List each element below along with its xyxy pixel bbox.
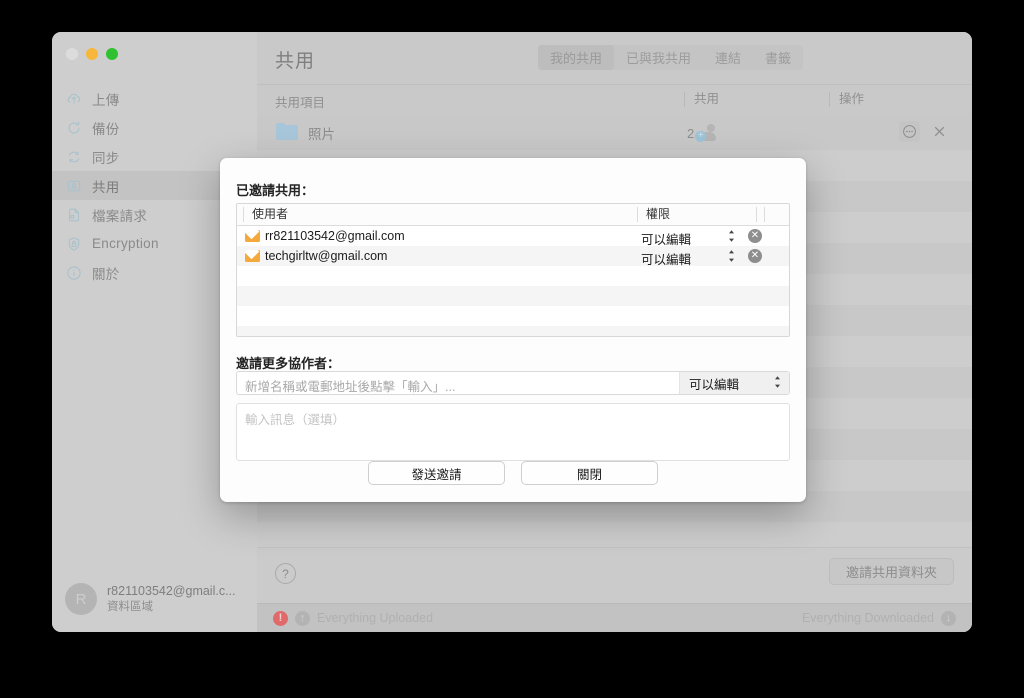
invited-users-table: 使用者 權限 rr821103542@gmail.com 可以編輯 ✕ tech… [236,203,790,337]
remove-user-button[interactable]: ✕ [748,229,762,243]
invite-permission-select[interactable]: 可以編輯 [679,372,789,394]
download-arrow-icon: ↓ [941,610,956,626]
sidebar-item-upload[interactable]: 上傳 [52,84,257,113]
remove-user-button[interactable]: ✕ [748,249,762,263]
close-icon[interactable] [929,121,950,142]
list-row-filler [257,522,972,548]
invite-permission-value: 可以編輯 [689,377,740,392]
sidebar-item-label: 同步 [92,150,120,166]
tab-shared-with-me[interactable]: 已與我共用 [614,45,703,70]
account-email: r821103542@gmail.c... [107,583,236,598]
account-region: 資料區域 [107,600,153,613]
permission-stepper[interactable] [727,229,736,243]
sidebar-item-label: Encryption [92,236,159,251]
mail-icon [245,250,260,262]
upload-cloud-icon [66,91,82,107]
invite-input-row: 新增名稱或電郵地址後點擊「輸入」... 可以編輯 [236,371,790,395]
column-header-share: 共用 [684,92,719,107]
message-textarea[interactable]: 輸入訊息（選填） [236,403,790,461]
share-invite-dialog: 已邀請共用： 使用者 權限 rr821103542@gmail.com 可以編輯… [220,158,806,502]
status-left: ! ↑ Everything Uploaded [273,610,434,626]
close-dialog-button[interactable]: 關閉 [521,461,658,485]
sidebar-item-label: 共用 [92,179,120,195]
invite-input[interactable]: 新增名稱或電郵地址後點擊「輸入」... [245,376,455,395]
minimize-window-button[interactable] [86,48,98,60]
sync-icon [66,149,82,165]
th-user: 使用者 [243,207,288,222]
main-footer: ? 邀請共用資料夾 [257,547,972,604]
invited-row-filler [237,306,789,326]
sidebar-item-label: 備份 [92,121,120,137]
table-row[interactable]: techgirltw@gmail.com 可以編輯 ✕ [237,246,789,267]
tab-bookmarks[interactable]: 書籤 [753,45,803,70]
tab-my-shares[interactable]: 我的共用 [538,45,615,70]
sidebar-item-label: 關於 [92,266,120,282]
invite-more-label: 邀請更多協作者： [236,356,341,371]
invited-row-filler [237,266,789,286]
mail-icon [245,230,260,242]
invited-table-header: 使用者 權限 [237,204,789,226]
chevron-updown-icon [773,375,782,392]
account-text: r821103542@gmail.c... 資料區域 [107,583,236,615]
th-spacer-2 [764,207,773,222]
column-header: 共用項目 共用 操作 [257,85,972,115]
close-window-button[interactable] [66,48,78,60]
folder-icon [276,123,298,140]
upload-arrow-icon: ↑ [295,610,310,626]
table-row[interactable]: rr821103542@gmail.com 可以編輯 ✕ [237,226,789,247]
invited-shares-label: 已邀請共用： [236,183,315,198]
th-permission: 權限 [637,207,670,222]
row-actions [899,121,950,142]
upload-status-text: Everything Uploaded [317,611,434,625]
status-right: Everything Downloaded ↓ [801,610,956,626]
invited-email: rr821103542@gmail.com [265,229,405,243]
sidebar-item-backup[interactable]: 備份 [52,113,257,142]
invited-row-filler [237,326,789,336]
alert-icon: ! [273,610,288,626]
row-item-name: 照片 [308,127,335,142]
file-request-icon [66,207,82,223]
status-bar: ! ↑ Everything Uploaded Everything Downl… [257,603,972,632]
invite-shared-folder-button[interactable]: 邀請共用資料夾 [828,558,954,585]
row-share-count: 2 [687,125,695,141]
table-row[interactable]: 照片 2 + [257,114,972,150]
page-title: 共用 [275,51,316,72]
more-icon[interactable] [899,121,920,142]
tab-links[interactable]: 連結 [703,45,753,70]
row-share-count-group: 2 + [687,124,717,142]
window-controls[interactable] [66,48,118,60]
message-placeholder: 輸入訊息（選填） [245,413,346,427]
invited-row-filler [237,286,789,306]
download-status-text: Everything Downloaded [801,611,934,625]
send-invite-button[interactable]: 發送邀請 [368,461,505,485]
invited-email: techgirltw@gmail.com [265,249,388,263]
permission-stepper[interactable] [727,249,736,263]
share-icon [66,178,82,194]
info-icon [66,265,82,281]
column-header-item: 共用項目 [275,96,326,110]
help-button[interactable]: ? [275,563,296,584]
account-section[interactable]: R r821103542@gmail.c... 資料區域 [52,566,257,632]
main-header: 共用 我的共用 已與我共用 連結 書籤 [257,32,972,85]
avatar: R [65,583,97,615]
column-header-action: 操作 [829,92,864,107]
backup-icon [66,120,82,136]
lock-shield-icon [66,236,82,252]
tab-bar: 我的共用 已與我共用 連結 書籤 [538,45,804,70]
person-add-icon: + [695,124,717,142]
maximize-window-button[interactable] [106,48,118,60]
dialog-buttons: 發送邀請 關閉 [220,461,806,485]
sidebar-item-label: 上傳 [92,92,120,108]
sidebar-item-label: 檔案請求 [92,208,148,224]
